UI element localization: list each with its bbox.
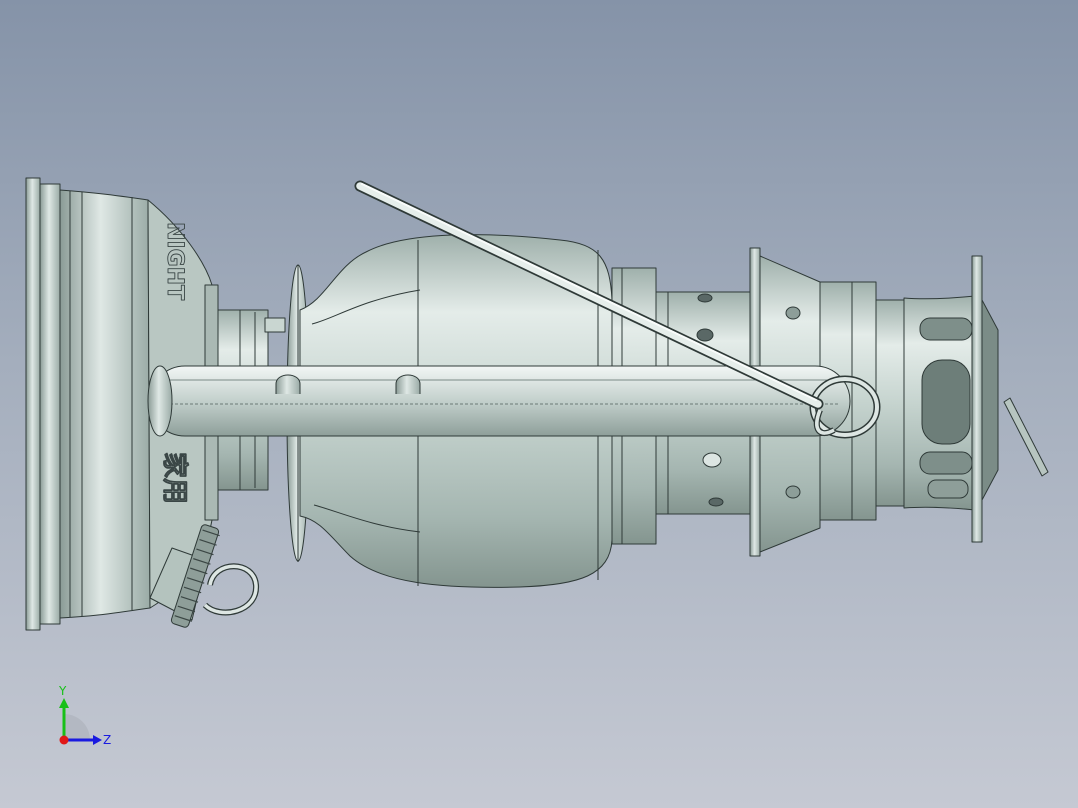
- y-axis-label: Y: [58, 684, 67, 698]
- 3d-viewport[interactable]: NIGHT 家用 Y Z: [0, 0, 1078, 808]
- z-axis-arrow: [93, 735, 102, 745]
- lantern-model[interactable]: NIGHT 家用: [0, 0, 1078, 808]
- x-axis-dot: [59, 735, 69, 745]
- triad-quadrant: [64, 714, 90, 740]
- base-flange: [25, 177, 41, 631]
- rod-clip-1: [275, 374, 301, 394]
- base-body: [59, 189, 151, 619]
- top-cap: [875, 255, 1049, 543]
- y-axis-arrow: [59, 698, 69, 708]
- z-axis-label: Z: [103, 733, 111, 747]
- engraving-jiayong: 家用: [159, 452, 190, 504]
- rod-clip-2: [395, 374, 421, 394]
- axis-triad: Y Z: [58, 684, 111, 747]
- engraving-night: NIGHT: [162, 222, 187, 300]
